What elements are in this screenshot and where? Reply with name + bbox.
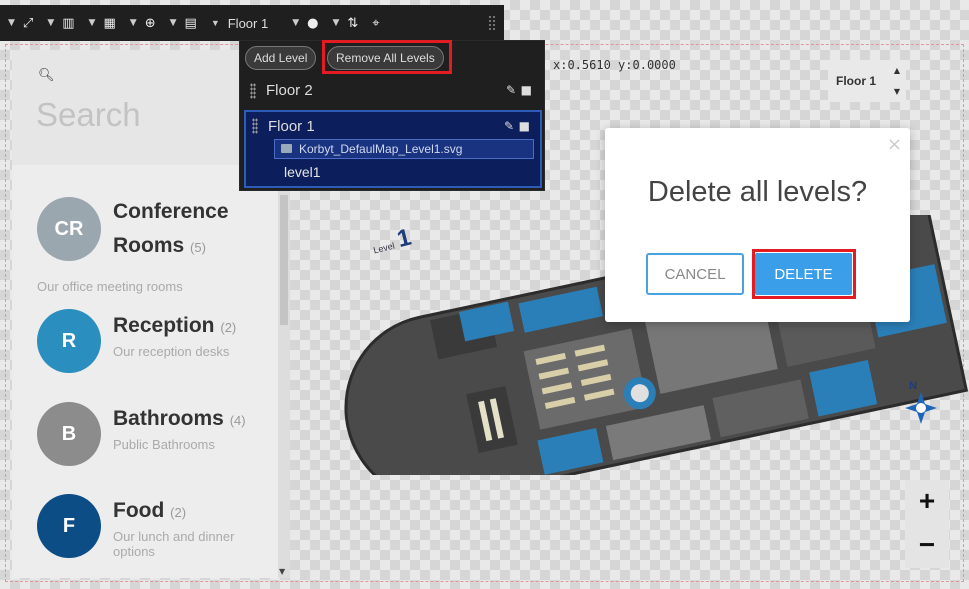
chevron-down-icon: ▼: [169, 18, 177, 28]
edit-icon[interactable]: ✎: [504, 119, 514, 133]
store-tool[interactable]: ▼ ▤: [170, 5, 197, 41]
delete-button[interactable]: DELETE: [755, 253, 852, 295]
compass-rose: [905, 392, 937, 424]
remove-all-levels-button[interactable]: Remove All Levels: [327, 46, 444, 70]
category-description-line2: options: [113, 544, 155, 559]
arrow-up-icon[interactable]: ▲: [894, 66, 900, 75]
category-name: Food (2): [113, 499, 187, 522]
swap-vertical-icon: ⇅: [347, 15, 359, 31]
level-name: Floor 1: [268, 118, 315, 135]
level-name: Floor 2: [266, 82, 313, 99]
grid-icon: ▦: [103, 15, 116, 31]
grid-tool[interactable]: ▼ ▦: [89, 5, 116, 41]
drag-handle-icon[interactable]: [488, 15, 496, 31]
zoom-in-button[interactable]: +: [905, 480, 949, 524]
zoom-icon: ⊕: [144, 15, 156, 31]
delete-levels-dialog: × Delete all levels? CANCEL DELETE: [605, 128, 910, 322]
category-reception[interactable]: R Reception (2) Our reception desks: [12, 309, 278, 379]
level-row-floor2[interactable]: Floor 2 ✎ ■: [244, 77, 542, 105]
scrollbar-thumb[interactable]: [280, 195, 288, 325]
category-name: Bathrooms (4): [113, 407, 246, 430]
chevron-down-icon: ▼: [292, 18, 300, 28]
floor-picker[interactable]: Floor 1 ▲ ▼: [828, 60, 906, 102]
avatar: R: [37, 309, 101, 373]
chevron-down-icon: ▼: [332, 18, 340, 28]
swap-tool[interactable]: ▼ ⇅: [332, 5, 358, 41]
avatar: B: [37, 402, 101, 466]
drag-handle-icon[interactable]: [252, 118, 258, 134]
category-count: (2): [220, 320, 237, 335]
category-description: Public Bathrooms: [113, 437, 215, 452]
category-bathrooms[interactable]: B Bathrooms (4) Public Bathrooms: [12, 402, 278, 472]
trash-icon[interactable]: ■: [521, 83, 532, 97]
zoom-tool[interactable]: ▼ ⊕: [130, 5, 156, 41]
level-row-floor1[interactable]: Floor 1 ✎ ■ Korbyt_DefaulMap_Level1.svg …: [244, 110, 542, 188]
chevron-down-icon: ▼: [8, 18, 15, 28]
crosshair-icon: ⌖: [372, 15, 380, 31]
add-level-button[interactable]: Add Level: [245, 46, 317, 70]
top-toolbar: ▼ ⤢ ▼ ▥ ▼ ▦ ▼ ⊕ ▼ ▤ ▼ Floor 1 ▼ ● ▼ ⇅ ⌖: [0, 5, 504, 41]
floor-select[interactable]: ▼ Floor 1: [211, 5, 278, 41]
category-conference-rooms[interactable]: CR Conference Rooms (5) Our office meeti…: [12, 197, 278, 294]
fullscreen-tool[interactable]: ▼ ⤢: [8, 5, 33, 41]
fullscreen-icon: ⤢: [22, 15, 34, 31]
level-panel: Add Level Remove All Levels Floor 2 ✎ ■ …: [239, 40, 545, 191]
close-icon[interactable]: ×: [887, 134, 902, 155]
chevron-down-icon: ▼: [88, 18, 96, 28]
compass-icon: N: [903, 380, 939, 426]
map-pin-icon: ●: [307, 15, 319, 31]
category-description: Our office meeting rooms: [37, 279, 183, 294]
coordinate-readout: x:0.5610 y:0.0000: [553, 58, 676, 72]
chevron-down-icon: ▼: [129, 18, 137, 28]
avatar: F: [37, 494, 101, 558]
columns-tool[interactable]: ▼ ▥: [47, 5, 74, 41]
level-file-name: Korbyt_DefaulMap_Level1.svg: [299, 142, 463, 156]
image-file-icon: [281, 144, 292, 153]
sidebar-scrollbar[interactable]: ▼: [278, 185, 290, 578]
category-name: Conference: [113, 200, 229, 223]
columns-icon: ▥: [62, 15, 75, 31]
crosshair-tool[interactable]: ⌖: [372, 5, 379, 41]
pin-tool[interactable]: ▼ ●: [292, 5, 318, 41]
category-description: Our reception desks: [113, 344, 230, 359]
category-food[interactable]: F Food (2) Our lunch and dinner options: [12, 494, 278, 574]
category-description: Our lunch and dinner: [113, 529, 235, 544]
chevron-down-icon: ▼: [47, 18, 55, 28]
zoom-controls: + −: [905, 480, 949, 568]
category-count: (4): [229, 413, 246, 428]
level-file-chip[interactable]: Korbyt_DefaulMap_Level1.svg: [274, 139, 534, 159]
category-count: (5): [190, 240, 206, 255]
floor-picker-value: Floor 1: [836, 74, 877, 88]
zoom-out-button[interactable]: −: [905, 524, 949, 568]
chevron-down-icon: ▼: [210, 18, 220, 28]
arrow-down-icon[interactable]: ▼: [894, 87, 900, 96]
avatar: CR: [37, 197, 101, 261]
search-icon: 🔍︎: [38, 68, 55, 83]
category-count: (2): [170, 505, 187, 520]
category-name: Reception (2): [113, 314, 237, 337]
store-icon: ▤: [184, 15, 197, 31]
category-name-line2: Rooms (5): [113, 234, 206, 257]
trash-icon[interactable]: ■: [519, 119, 530, 133]
scroll-down-icon[interactable]: ▼: [279, 567, 285, 576]
drag-handle-icon[interactable]: [250, 83, 256, 99]
search-input[interactable]: [36, 96, 266, 134]
edit-icon[interactable]: ✎: [506, 83, 516, 97]
cancel-button[interactable]: CANCEL: [646, 253, 744, 295]
floor-select-label: Floor 1: [227, 15, 269, 31]
dialog-title: Delete all levels?: [647, 176, 868, 208]
level-id: level1: [284, 164, 321, 180]
